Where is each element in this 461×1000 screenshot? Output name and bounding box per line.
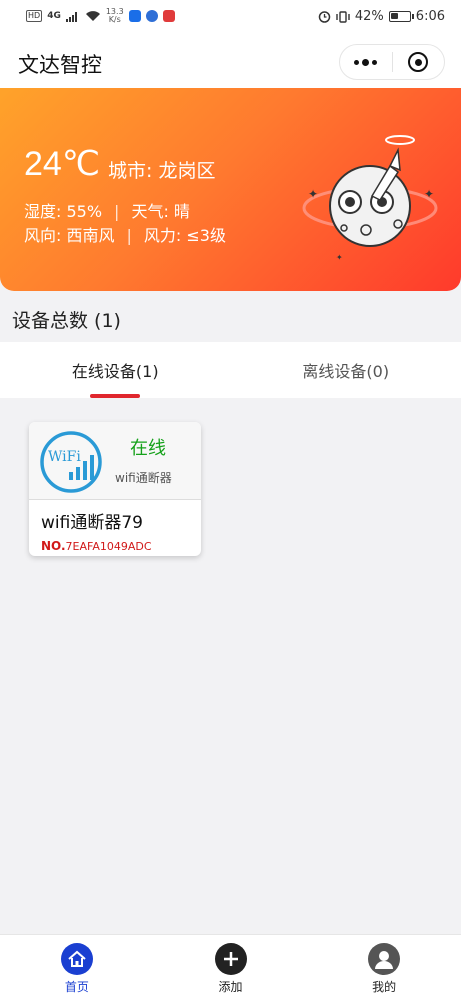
- weather-banner: 24℃ 城市: 龙岗区 湿度: 55% | 天气: 晴 风向: 西南风 | 风力: ≤3…: [0, 88, 461, 291]
- more-menu-button[interactable]: [340, 45, 392, 79]
- alarm-icon: [318, 11, 331, 23]
- tab-label: 离线设备(0): [302, 362, 390, 381]
- wind-direction: 风向: 西南风: [24, 226, 115, 245]
- add-icon: [214, 943, 247, 975]
- mini-program-capsule: [339, 44, 445, 80]
- serial-prefix: NO.: [41, 539, 66, 553]
- status-bar-right: 42% 6:06: [318, 9, 445, 24]
- device-type: wifi通断器: [115, 471, 172, 485]
- device-card[interactable]: WiFi 在线 wifi通断器 wifi通断器79 NO.7EAFA1049AD…: [29, 422, 201, 556]
- nav-label: 添加: [218, 980, 243, 994]
- separator: |: [114, 202, 120, 221]
- device-status: 在线: [130, 438, 166, 459]
- active-tab-indicator: [90, 394, 141, 398]
- tab-label: 在线设备(1): [71, 362, 159, 381]
- battery-fill: [390, 13, 398, 19]
- wifi-logo-text: WiFi: [48, 449, 81, 465]
- weather-condition: 天气: 晴: [131, 202, 190, 221]
- bottom-nav: 首页 添加 我的: [0, 934, 461, 1000]
- weather-line-2: 风向: 西南风 | 风力: ≤3级: [24, 222, 226, 246]
- user-icon: [368, 943, 401, 975]
- device-serial: NO.7EAFA1049ADC: [41, 539, 152, 553]
- wifi-status-icon: [85, 11, 100, 21]
- status-bar-left: HD 4G 13.3 K/s: [26, 8, 175, 24]
- device-name: wifi通断器79: [41, 513, 143, 533]
- tab-offline-devices[interactable]: 离线设备(0): [231, 342, 461, 398]
- status-bar: HD 4G 13.3 K/s 42% 6:06: [0, 0, 461, 34]
- nav-item-profile[interactable]: 我的: [307, 935, 461, 1000]
- page-title: 文达智控: [18, 53, 102, 77]
- humidity: 湿度: 55%: [24, 202, 103, 221]
- tab-online-devices[interactable]: 在线设备(1): [0, 342, 231, 398]
- home-icon: [60, 943, 93, 975]
- close-mini-program-button[interactable]: [392, 45, 444, 79]
- app-notification-icon: [128, 10, 141, 22]
- battery-percent: 42%: [354, 9, 384, 24]
- battery-icon: [388, 11, 414, 22]
- wind-force: 风力: ≤3级: [143, 226, 226, 245]
- weather-line-1: 湿度: 55% | 天气: 晴: [24, 198, 190, 222]
- target-icon: [408, 52, 429, 72]
- title-bar: 文达智控: [0, 34, 461, 88]
- signal-icon: [65, 11, 77, 22]
- device-tabs: 在线设备(1) 离线设备(0): [0, 342, 461, 398]
- hd-badge: HD: [26, 10, 43, 22]
- app-notification-icon: [145, 10, 158, 22]
- svg-text:✦: ✦: [336, 253, 343, 262]
- wifi-device-icon: WiFi: [40, 431, 102, 493]
- astronaut-planet-icon: ✦ ✦ ✦: [302, 135, 438, 262]
- device-card-header: WiFi 在线 wifi通断器: [29, 422, 201, 500]
- city-label: 城市: 龙岗区: [108, 160, 216, 182]
- signal-type-label: 4G: [47, 11, 61, 21]
- network-speed: 13.3 K/s: [106, 8, 124, 24]
- separator: |: [126, 226, 132, 245]
- more-dots-icon: [354, 58, 378, 66]
- nav-label: 我的: [372, 980, 397, 994]
- clock: 6:06: [415, 9, 445, 24]
- nav-item-add[interactable]: 添加: [154, 935, 308, 1000]
- vibrate-icon: [336, 10, 350, 23]
- device-total-label: 设备总数 (1): [12, 310, 121, 332]
- nav-label: 首页: [64, 980, 89, 994]
- svg-text:✦: ✦: [424, 187, 434, 201]
- serial-value: 7EAFA1049ADC: [65, 540, 152, 553]
- temperature: 24℃: [24, 145, 101, 183]
- app-notification-icon: [162, 10, 175, 22]
- svg-text:✦: ✦: [308, 187, 318, 201]
- nav-item-home[interactable]: 首页: [0, 935, 154, 1000]
- speed-unit: K/s: [108, 15, 121, 24]
